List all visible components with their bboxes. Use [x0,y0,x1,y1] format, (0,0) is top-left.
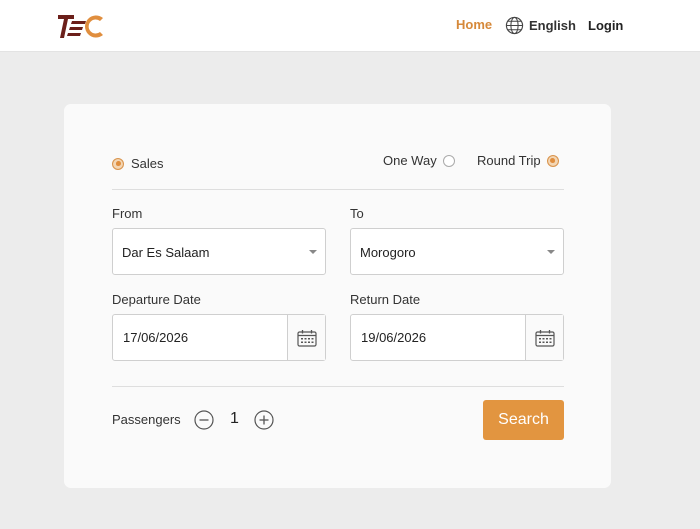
passengers-label: Passengers [112,412,181,427]
language-selector[interactable]: English [505,14,576,36]
bottom-divider [112,386,564,387]
one-way-label: One Way [383,153,437,168]
one-way-radio[interactable] [442,154,455,167]
round-trip-label: Round Trip [477,153,541,168]
plus-circle-icon[interactable] [254,410,274,430]
chevron-down-icon [547,250,555,254]
from-select[interactable]: Dar Es Salaam [112,228,326,275]
nav-home-link[interactable]: Home [456,17,492,32]
search-button[interactable]: Search [483,400,564,440]
globe-icon [505,16,524,34]
sales-radio[interactable]: Sales [112,156,164,171]
top-divider [112,189,564,190]
return-calendar-button[interactable] [525,315,563,360]
calendar-icon [296,329,317,347]
passenger-count: 1 [230,410,239,427]
to-select[interactable]: Morogoro [350,228,564,275]
nav-login-link[interactable]: Login [588,18,623,33]
return-date-label: Return Date [350,292,421,307]
one-way-option[interactable]: One Way [383,153,455,168]
brand-logo[interactable] [57,12,105,40]
to-select-value: Morogoro [360,245,416,260]
sales-radio-indicator[interactable] [112,157,124,170]
departure-date-label: Departure Date [112,292,201,307]
to-label: To [350,206,364,221]
round-trip-radio[interactable] [546,154,559,167]
language-label: English [529,17,576,33]
return-date-input[interactable] [351,315,526,360]
chevron-down-icon [309,250,317,254]
sales-radio-label: Sales [131,156,164,171]
return-date-field [350,314,564,361]
round-trip-option[interactable]: Round Trip [477,153,559,168]
departure-date-field [112,314,326,361]
from-select-value: Dar Es Salaam [122,245,210,260]
top-navbar: Home English Login [0,0,700,52]
from-label: From [112,206,143,221]
departure-date-input[interactable] [113,315,288,360]
calendar-icon [534,329,555,347]
departure-calendar-button[interactable] [287,315,325,360]
minus-circle-icon[interactable] [194,410,214,430]
